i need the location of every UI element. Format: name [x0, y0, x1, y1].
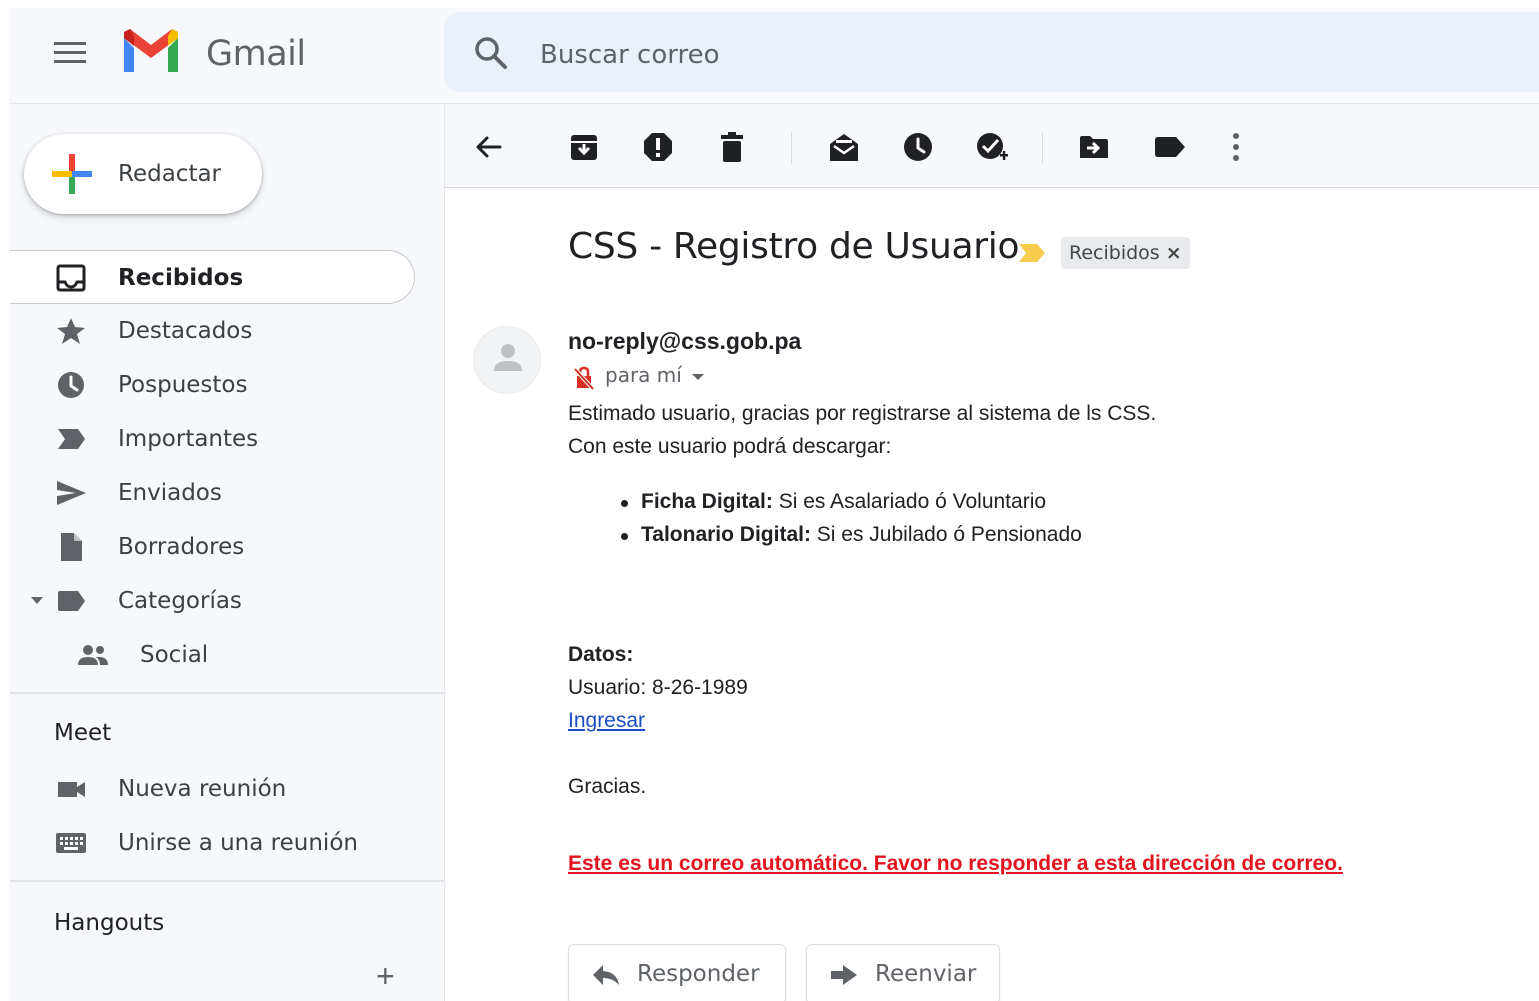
- report-spam-icon[interactable]: [641, 130, 675, 164]
- person-icon: [494, 344, 522, 371]
- toolbar-separator: [1042, 132, 1043, 164]
- mark-unread-icon[interactable]: [827, 130, 861, 164]
- sidebar-item-inbox[interactable]: Recibidos: [10, 250, 415, 304]
- clock-icon: [58, 372, 84, 398]
- list-item-title: Ficha Digital:: [641, 490, 773, 513]
- hangouts-section-title: Hangouts: [54, 910, 165, 936]
- compose-button[interactable]: Redactar: [24, 134, 262, 214]
- meet-section-title: Meet: [54, 720, 112, 746]
- gmail-window: Gmail Buscar correo Redactar Recibidos D…: [10, 8, 1539, 1001]
- chevron-down-icon[interactable]: [30, 596, 44, 606]
- sidebar-item-label: Social: [140, 642, 209, 668]
- draft-icon: [61, 533, 82, 561]
- email-subject: CSS - Registro de Usuario: [568, 226, 1020, 267]
- sidebar-item-label: Categorías: [118, 588, 242, 614]
- gmail-brand: Gmail: [206, 34, 306, 74]
- sidebar-item-important[interactable]: Importantes: [10, 412, 415, 466]
- reply-arrow-icon: [593, 965, 619, 985]
- sidebar-item-starred[interactable]: Destacados: [10, 304, 415, 358]
- sidebar-item-sent[interactable]: Enviados: [10, 466, 415, 520]
- important-icon: [58, 429, 85, 449]
- importance-marker-icon[interactable]: [1017, 242, 1047, 264]
- label-icon: [58, 591, 85, 611]
- email-view: CSS - Registro de Usuario Recibidos × no-…: [444, 104, 1539, 1001]
- delete-icon[interactable]: [715, 130, 749, 164]
- recipient-label: para mí: [605, 363, 682, 387]
- inbox-icon: [56, 264, 86, 292]
- user-line: Usuario: 8-26-1989: [568, 676, 748, 699]
- search-placeholder: Buscar correo: [540, 40, 720, 70]
- list-item: Talonario Digital: Si es Jubilado ó Pens…: [621, 523, 1082, 547]
- forward-arrow-icon: [831, 965, 857, 985]
- archive-icon[interactable]: [567, 130, 601, 164]
- reply-label: Responder: [637, 961, 760, 987]
- sidebar-item-label: Recibidos: [118, 265, 244, 291]
- sidebar-divider: [10, 692, 444, 694]
- more-options-icon[interactable]: [1219, 130, 1253, 164]
- sidebar-item-label: Nueva reunión: [118, 776, 287, 802]
- thanks-text: Gracias.: [568, 775, 647, 798]
- forward-button[interactable]: Reenviar: [806, 944, 1000, 1001]
- label-tag-icon[interactable]: [1153, 130, 1187, 164]
- sidebar-item-snoozed[interactable]: Pospuestos: [10, 358, 415, 412]
- email-toolbar: [445, 104, 1539, 188]
- forward-label: Reenviar: [875, 961, 977, 987]
- keyboard-icon: [56, 833, 86, 853]
- sidebar-item-categories[interactable]: Categorías: [10, 574, 415, 628]
- remove-label-icon[interactable]: ×: [1166, 242, 1182, 264]
- sidebar-item-label: Enviados: [118, 480, 222, 506]
- sidebar-item-social[interactable]: Social: [10, 628, 415, 682]
- sidebar-item-label: Borradores: [118, 534, 245, 560]
- search-bar[interactable]: Buscar correo: [444, 12, 1539, 92]
- search-icon[interactable]: [474, 36, 508, 70]
- back-arrow-icon[interactable]: [472, 130, 506, 164]
- list-item-text: Si es Jubilado ó Pensionado: [810, 523, 1082, 546]
- label-chip-text: Recibidos: [1069, 242, 1160, 264]
- send-icon: [57, 481, 86, 505]
- sidebar-divider: [10, 880, 444, 882]
- sidebar-item-join-meeting[interactable]: Unirse a una reunión: [10, 816, 415, 870]
- body-intro: Con este usuario podrá descargar:: [568, 435, 892, 458]
- gmail-logo-icon: [124, 29, 178, 72]
- snooze-clock-icon[interactable]: [901, 130, 935, 164]
- list-item-title: Talonario Digital:: [641, 523, 811, 546]
- compose-label: Redactar: [118, 161, 222, 187]
- body-greeting: Estimado usuario, gracias por registrars…: [568, 402, 1157, 425]
- add-chat-button[interactable]: +: [376, 960, 395, 992]
- sidebar-item-label: Unirse a una reunión: [118, 830, 358, 856]
- unencrypted-lock-icon[interactable]: [573, 366, 595, 390]
- login-link[interactable]: Ingresar: [568, 709, 645, 733]
- chevron-down-icon: [691, 373, 704, 380]
- add-task-icon[interactable]: [975, 130, 1009, 164]
- reply-button[interactable]: Responder: [568, 944, 786, 1001]
- top-bar: Gmail Buscar correo: [10, 8, 1539, 104]
- sidebar-item-drafts[interactable]: Borradores: [10, 520, 415, 574]
- compose-plus-icon: [52, 154, 92, 194]
- inbox-label-chip: Recibidos ×: [1061, 237, 1190, 269]
- sidebar-item-label: Destacados: [118, 318, 253, 344]
- star-icon: [57, 318, 85, 344]
- video-camera-icon: [58, 782, 85, 797]
- data-title: Datos:: [568, 643, 634, 666]
- sidebar: Redactar Recibidos Destacados Pospuestos: [10, 104, 444, 1001]
- sender-avatar[interactable]: [473, 326, 541, 394]
- sidebar-item-new-meeting[interactable]: Nueva reunión: [10, 762, 415, 816]
- toolbar-separator: [791, 132, 792, 164]
- people-icon: [78, 645, 108, 665]
- sidebar-item-label: Pospuestos: [118, 372, 248, 398]
- list-item: Ficha Digital: Si es Asalariado ó Volunt…: [620, 490, 1047, 514]
- main-menu-icon[interactable]: [54, 42, 86, 64]
- recipient-details[interactable]: para mí: [605, 363, 704, 387]
- sender-email[interactable]: no-reply@css.gob.pa: [568, 328, 801, 355]
- sidebar-item-label: Importantes: [118, 426, 259, 452]
- move-to-icon[interactable]: [1077, 130, 1111, 164]
- auto-reply-warning: Este es un correo automático. Favor no r…: [568, 852, 1343, 875]
- list-item-text: Si es Asalariado ó Voluntario: [772, 490, 1047, 513]
